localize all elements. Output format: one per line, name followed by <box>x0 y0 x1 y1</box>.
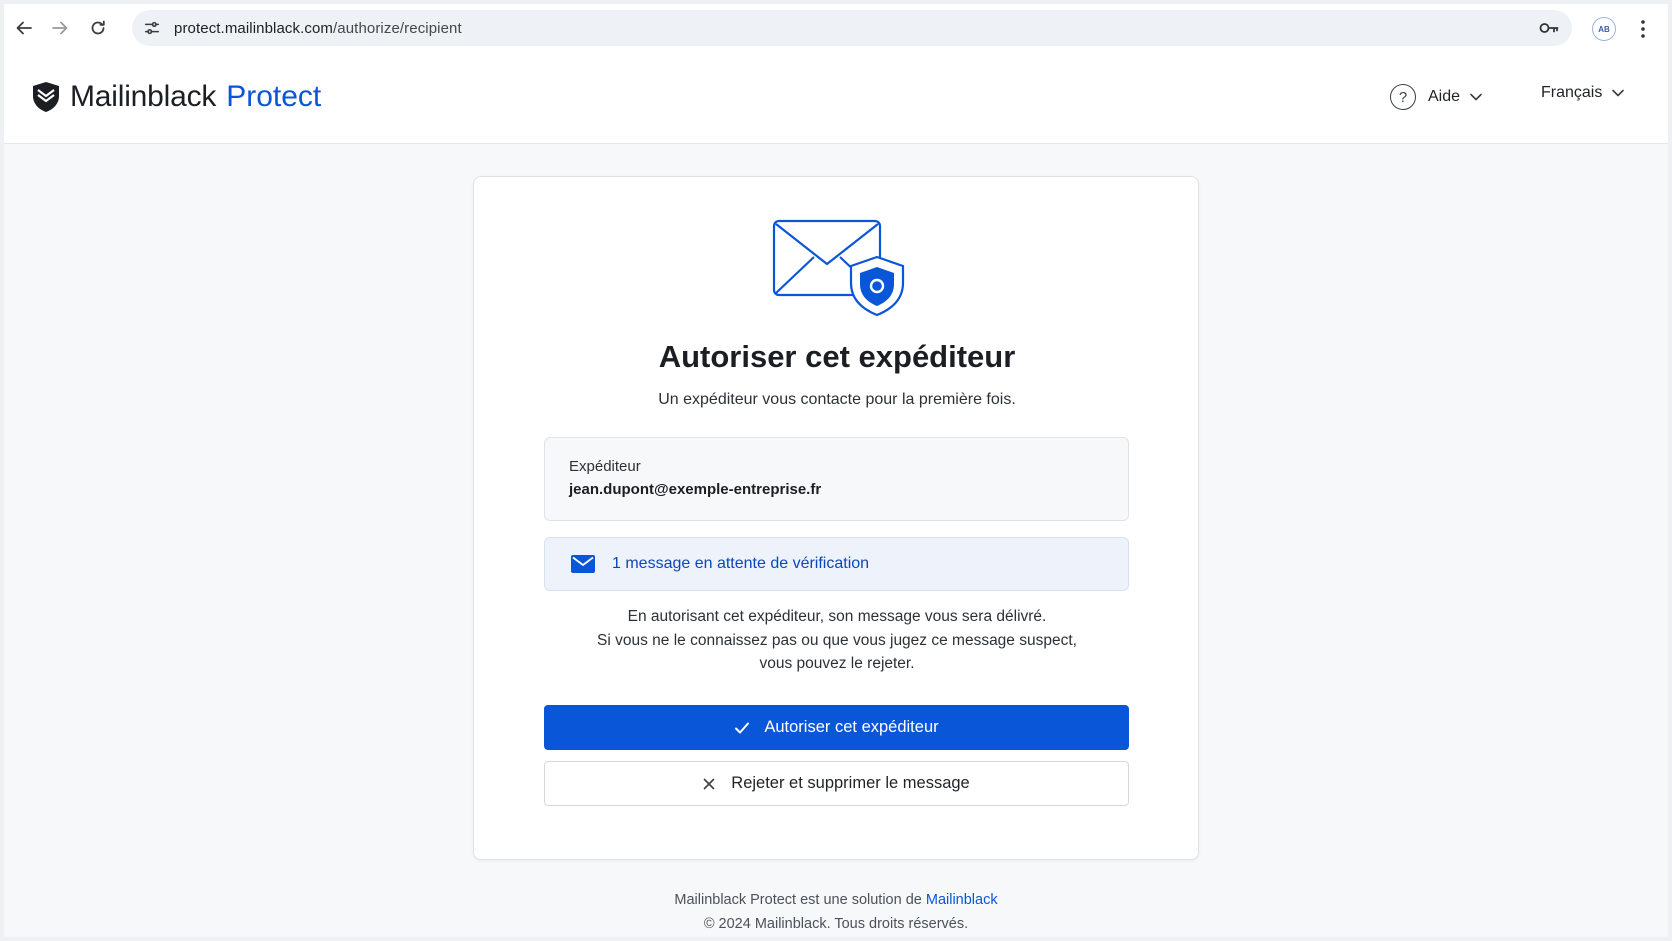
explanation-line-3: vous pouvez le rejeter. <box>759 655 915 672</box>
browser-window: protect.mailinblack.com/authorize/recipi… <box>4 4 1668 937</box>
sender-label: Expéditeur <box>569 458 641 475</box>
pending-message-notice: 1 message en attente de vérification <box>544 537 1129 591</box>
chevron-down-icon <box>1470 93 1482 101</box>
address-bar[interactable]: protect.mailinblack.com/authorize/recipi… <box>132 10 1572 46</box>
browser-toolbar: protect.mailinblack.com/authorize/recipi… <box>4 4 1668 52</box>
authorize-sender-button[interactable]: Autoriser cet expéditeur <box>544 705 1129 750</box>
url-path: /authorize/recipient <box>333 19 462 37</box>
help-label: Aide <box>1428 88 1461 105</box>
profile-avatar[interactable]: AB <box>1592 17 1616 41</box>
help-menu[interactable]: ? Aide <box>1390 84 1482 110</box>
reject-message-label: Rejeter et supprimer le message <box>731 774 970 792</box>
footer-mailinblack-link[interactable]: Mailinblack <box>926 892 998 908</box>
explanation-line-1: En autorisant cet expéditeur, son messag… <box>627 608 1047 625</box>
forward-arrow-icon <box>52 21 68 35</box>
reject-message-button[interactable]: Rejeter et supprimer le message <box>544 761 1129 806</box>
brand-logo[interactable]: Mailinblack Protect <box>32 80 321 114</box>
footer-credit-text: Mailinblack Protect est une solution de <box>674 892 926 908</box>
footer-copyright: © 2024 Mailinblack. Tous droits réservés… <box>703 916 969 932</box>
brand-product: Protect <box>226 80 322 113</box>
footer-credit: Mailinblack Protect est une solution de … <box>4 892 1668 908</box>
brand-name: Mailinblack <box>70 80 217 113</box>
reload-button[interactable] <box>78 8 118 48</box>
forward-button[interactable] <box>40 8 80 48</box>
close-icon <box>703 778 715 789</box>
authorize-sender-label: Autoriser cet expéditeur <box>764 718 939 736</box>
explanation-text: En autorisant cet expéditeur, son messag… <box>474 605 1200 676</box>
envelope-icon <box>571 555 595 573</box>
back-button[interactable] <box>4 8 44 48</box>
page-subtitle: Un expéditeur vous contacte pour la prem… <box>658 391 1016 408</box>
language-selector[interactable]: Français <box>1541 84 1625 102</box>
envelope-shield-icon <box>772 219 905 317</box>
help-icon: ? <box>1390 84 1416 110</box>
back-arrow-icon <box>16 21 32 35</box>
site-settings-icon[interactable] <box>142 18 162 38</box>
url-domain: protect.mailinblack.com <box>174 19 334 37</box>
reload-icon <box>91 20 105 35</box>
url-text: protect.mailinblack.com/authorize/recipi… <box>174 20 462 37</box>
shield-logo-icon <box>33 82 59 112</box>
pending-message-text: 1 message en attente de vérification <box>612 555 870 572</box>
chevron-down-icon <box>1612 89 1625 97</box>
sender-info-box: Expéditeur jean.dupont@exemple-entrepris… <box>544 437 1129 521</box>
check-icon <box>735 722 750 733</box>
app-header: Mailinblack Protect ? Aide Français <box>4 52 1668 144</box>
language-label: Français <box>1541 84 1603 101</box>
authorization-card: Autoriser cet expéditeur Un expéditeur v… <box>473 176 1199 860</box>
kebab-menu-icon[interactable] <box>1640 18 1646 40</box>
password-key-icon[interactable] <box>1538 18 1560 38</box>
sender-email: jean.dupont@exemple-entreprise.fr <box>569 481 822 498</box>
explanation-line-2: Si vous ne le connaissez pas ou que vous… <box>597 631 1077 649</box>
page-title: Autoriser cet expéditeur <box>658 339 1016 374</box>
